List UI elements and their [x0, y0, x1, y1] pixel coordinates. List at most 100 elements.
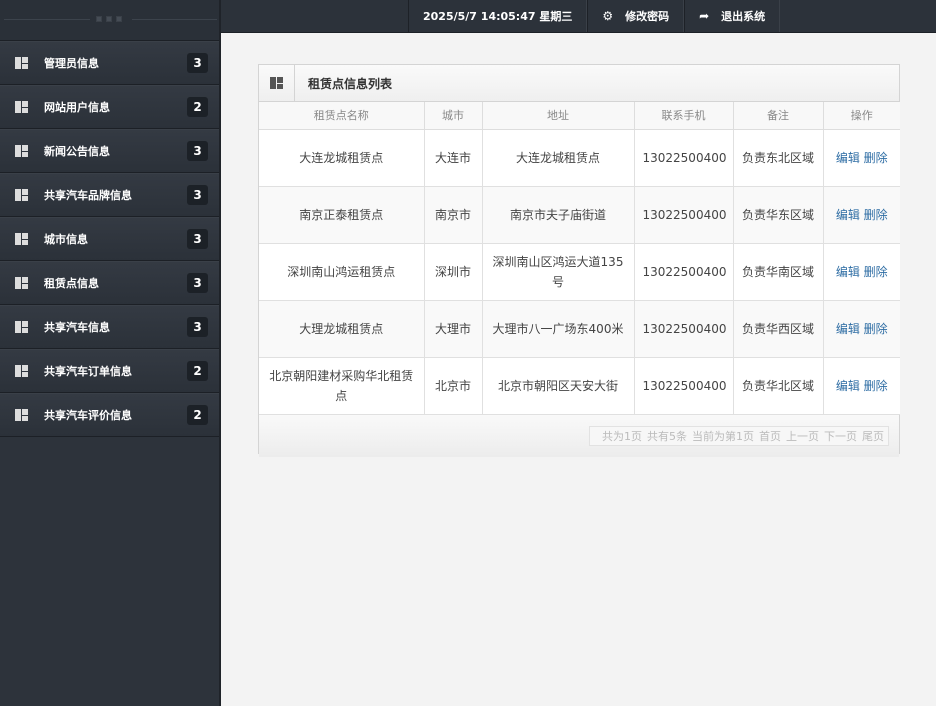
cell-city: 大理市: [423, 299, 483, 358]
cell-phone: 13022500400: [633, 185, 734, 244]
layout-icon: [15, 321, 28, 333]
layout-icon: [15, 365, 28, 377]
count-badge: 3: [187, 229, 208, 249]
sidebar-item[interactable]: 共享汽车订单信息 2: [0, 349, 219, 393]
delete-link[interactable]: 删除: [864, 379, 888, 393]
cell-name: 南京正泰租赁点: [259, 185, 425, 244]
pager-info: 共为1页: [602, 429, 642, 443]
pager-info: 当前为第1页: [692, 429, 754, 443]
cell-note: 负责华西区域: [732, 299, 824, 358]
edit-link[interactable]: 编辑: [836, 379, 860, 393]
column-header: 城市: [423, 102, 483, 130]
layout-icon: [15, 101, 28, 113]
edit-link[interactable]: 编辑: [836, 265, 860, 279]
datetime: 2025/5/7 14:05:47 星期三: [408, 0, 588, 32]
sidebar-item[interactable]: 租赁点信息 3: [0, 261, 219, 305]
sidebar-item-label: 管理员信息: [44, 57, 99, 70]
column-header: 租赁点名称: [259, 102, 425, 130]
cell-phone: 13022500400: [633, 128, 734, 187]
sidebar-item-label: 租赁点信息: [44, 277, 99, 290]
cell-actions: 编辑 删除: [822, 299, 900, 358]
cell-actions: 编辑 删除: [822, 356, 900, 415]
sidebar-item-label: 共享汽车品牌信息: [44, 189, 132, 202]
cell-address: 大连龙城租赁点: [481, 128, 635, 187]
cell-name: 深圳南山鸿运租赁点: [259, 242, 425, 301]
sidebar-item-label: 共享汽车评价信息: [44, 409, 132, 422]
table-row: 大连龙城租赁点 大连市 大连龙城租赁点 13022500400 负责东北区域 编…: [259, 128, 900, 187]
sidebar-item-label: 共享汽车订单信息: [44, 365, 132, 378]
pager-link[interactable]: 上一页: [786, 428, 819, 444]
panel-header: 租赁点信息列表: [259, 65, 899, 102]
sidebar: 管理员信息 3 网站用户信息 2 新闻公告信息 3 共享汽车品牌信息 3 城市信息 3 租赁点信息 3…: [0, 0, 221, 706]
table-row: 北京朝阳建材采购华北租赁点 北京市 北京市朝阳区天安大街 13022500400…: [259, 356, 900, 415]
sidebar-item[interactable]: 共享汽车评价信息 2: [0, 393, 219, 437]
sidebar-item-label: 城市信息: [44, 233, 88, 246]
cell-phone: 13022500400: [633, 299, 734, 358]
pager-info: 共有5条: [647, 429, 687, 443]
table-row: 深圳南山鸿运租赁点 深圳市 深圳南山区鸿运大道135号 13022500400 …: [259, 242, 900, 301]
cell-city: 深圳市: [423, 242, 483, 301]
table-row: 南京正泰租赁点 南京市 南京市夫子庙街道 13022500400 负责华东区域 …: [259, 185, 900, 244]
cell-phone: 13022500400: [633, 356, 734, 415]
sidebar-item[interactable]: 城市信息 3: [0, 217, 219, 261]
edit-link[interactable]: 编辑: [836, 208, 860, 222]
cell-address: 南京市夫子庙街道: [481, 185, 635, 244]
count-badge: 3: [187, 141, 208, 161]
cell-city: 南京市: [423, 185, 483, 244]
change-password-button[interactable]: ⚙ 修改密码: [587, 0, 685, 32]
layout-icon: [15, 57, 28, 69]
column-header: 备注: [732, 102, 824, 130]
cell-note: 负责东北区域: [732, 128, 824, 187]
delete-link[interactable]: 删除: [864, 151, 888, 165]
logout-button[interactable]: ➦ 退出系统: [684, 0, 781, 32]
count-badge: 2: [187, 405, 208, 425]
panel-title: 租赁点信息列表: [308, 76, 393, 91]
cell-address: 大理市八一广场东400米: [481, 299, 635, 358]
sidebar-item-label: 网站用户信息: [44, 101, 110, 114]
cell-city: 大连市: [423, 128, 483, 187]
table-row: 大理龙城租赁点 大理市 大理市八一广场东400米 13022500400 负责华…: [259, 299, 900, 358]
layout-icon: [15, 189, 28, 201]
sidebar-header: [0, 0, 219, 41]
layout-icon: [15, 277, 28, 289]
column-header: 联系手机: [633, 102, 734, 130]
layout-icon: [15, 233, 28, 245]
sidebar-item[interactable]: 管理员信息 3: [0, 41, 219, 85]
pager-link[interactable]: 下一页: [824, 428, 857, 444]
delete-link[interactable]: 删除: [864, 265, 888, 279]
sidebar-item[interactable]: 网站用户信息 2: [0, 85, 219, 129]
cell-name: 大连龙城租赁点: [259, 128, 425, 187]
sidebar-collapse-handle[interactable]: [96, 16, 122, 22]
count-badge: 2: [187, 97, 208, 117]
count-badge: 3: [187, 185, 208, 205]
sidebar-item-label: 共享汽车信息: [44, 321, 110, 334]
cell-address: 北京市朝阳区天安大街: [481, 356, 635, 415]
count-badge: 3: [187, 53, 208, 73]
edit-link[interactable]: 编辑: [836, 151, 860, 165]
rental-point-table: 租赁点名称 城市 地址 联系手机 备注 操作 大连龙城租赁点 大连市 大连龙城租赁点 13…: [259, 102, 900, 415]
rental-point-panel: 租赁点信息列表 租赁点名称 城市 地址 联系手机 备注 操作 大连龙城租赁点 大连市 大连…: [258, 64, 900, 457]
sidebar-item[interactable]: 新闻公告信息 3: [0, 129, 219, 173]
count-badge: 3: [187, 317, 208, 337]
column-header: 地址: [481, 102, 635, 130]
cell-address: 深圳南山区鸿运大道135号: [481, 242, 635, 301]
sidebar-item[interactable]: 共享汽车品牌信息 3: [0, 173, 219, 217]
cell-actions: 编辑 删除: [822, 128, 900, 187]
pager-link[interactable]: 尾页: [862, 428, 884, 444]
cell-city: 北京市: [423, 356, 483, 415]
delete-link[interactable]: 删除: [864, 322, 888, 336]
cell-name: 大理龙城租赁点: [259, 299, 425, 358]
top-bar: 2025/5/7 14:05:47 星期三 ⚙ 修改密码 ➦ 退出系统: [221, 0, 936, 33]
sidebar-item[interactable]: 共享汽车信息 3: [0, 305, 219, 349]
cell-note: 负责华南区域: [732, 242, 824, 301]
cell-name: 北京朝阳建材采购华北租赁点: [259, 356, 425, 415]
sidebar-item-label: 新闻公告信息: [44, 145, 110, 158]
cell-note: 负责华北区域: [732, 356, 824, 415]
table-footer: 共为1页 共有5条 当前为第1页 首页 上一页 下一页 尾页: [259, 414, 899, 457]
gear-icon: ⚙: [602, 9, 614, 23]
pager-link[interactable]: 首页: [759, 428, 781, 444]
edit-link[interactable]: 编辑: [836, 322, 860, 336]
delete-link[interactable]: 删除: [864, 208, 888, 222]
pagination: 共为1页 共有5条 当前为第1页 首页 上一页 下一页 尾页: [589, 425, 889, 446]
cell-actions: 编辑 删除: [822, 242, 900, 301]
